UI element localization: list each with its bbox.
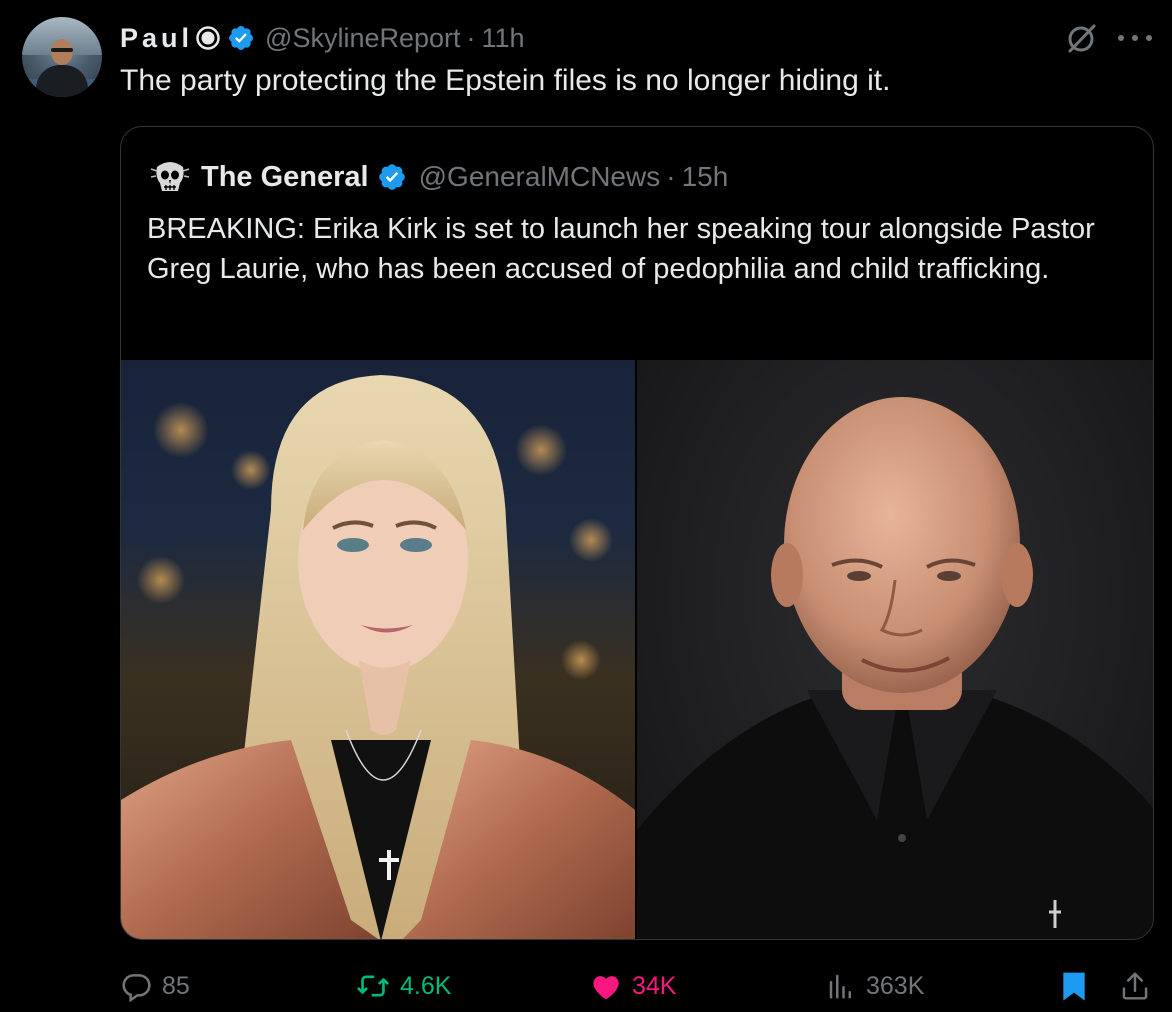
quoted-author-avatar[interactable] bbox=[147, 155, 193, 201]
like-icon bbox=[590, 971, 622, 1001]
views-button[interactable]: 363K bbox=[826, 966, 924, 1006]
quoted-author-handle[interactable]: @GeneralMCNews bbox=[419, 161, 661, 193]
verified-badge-icon[interactable] bbox=[227, 24, 255, 52]
photo-man[interactable] bbox=[637, 360, 1153, 939]
repost-button[interactable]: 4.6K bbox=[356, 966, 451, 1006]
like-count: 34K bbox=[632, 971, 677, 1000]
views-icon bbox=[826, 971, 856, 1001]
quoted-tweet-text: BREAKING: Erika Kirk is set to launch he… bbox=[147, 213, 1095, 285]
quoted-tweet-header: The General @GeneralMCNews · 15h bbox=[201, 157, 728, 197]
reply-icon bbox=[120, 970, 152, 1002]
tweet-header: Paul @SkylineReport · 11h bbox=[120, 20, 525, 56]
quoted-post-time[interactable]: 15h bbox=[682, 161, 729, 193]
author-avatar[interactable] bbox=[22, 17, 102, 97]
separator-dot: · bbox=[466, 22, 476, 53]
reply-count: 85 bbox=[162, 971, 190, 1000]
bookmark-icon bbox=[1060, 970, 1088, 1002]
reply-button[interactable]: 85 bbox=[120, 966, 190, 1006]
share-button[interactable] bbox=[1120, 966, 1150, 1006]
bookmark-button[interactable] bbox=[1060, 966, 1088, 1006]
photo-woman[interactable] bbox=[121, 360, 635, 939]
repost-count: 4.6K bbox=[400, 971, 452, 1000]
views-count: 363K bbox=[866, 971, 925, 1000]
verified-badge-icon[interactable] bbox=[377, 162, 407, 192]
author-display-name[interactable]: Paul bbox=[120, 23, 193, 54]
like-button[interactable]: 34K bbox=[590, 966, 676, 1006]
author-handle[interactable]: @SkylineReport bbox=[265, 23, 461, 54]
tweet-text: The party protecting the Epstein files i… bbox=[120, 64, 891, 97]
repost-icon bbox=[356, 970, 390, 1002]
tweet[interactable]: Paul @SkylineReport · 11h The party prot… bbox=[0, 0, 1172, 1012]
action-bar: 85 4.6K 34K 363K bbox=[120, 960, 1160, 1012]
quoted-tweet[interactable]: The General @GeneralMCNews · 15h BREAKIN… bbox=[120, 126, 1154, 940]
share-icon bbox=[1120, 970, 1150, 1002]
grok-icon[interactable] bbox=[1066, 22, 1098, 54]
circle-badge-icon bbox=[195, 25, 221, 51]
media-grid bbox=[121, 360, 1153, 939]
more-icon[interactable] bbox=[1116, 22, 1154, 54]
separator-dot: · bbox=[666, 161, 676, 192]
quoted-author-display-name[interactable]: The General bbox=[201, 161, 369, 194]
post-time[interactable]: 11h bbox=[482, 23, 525, 54]
